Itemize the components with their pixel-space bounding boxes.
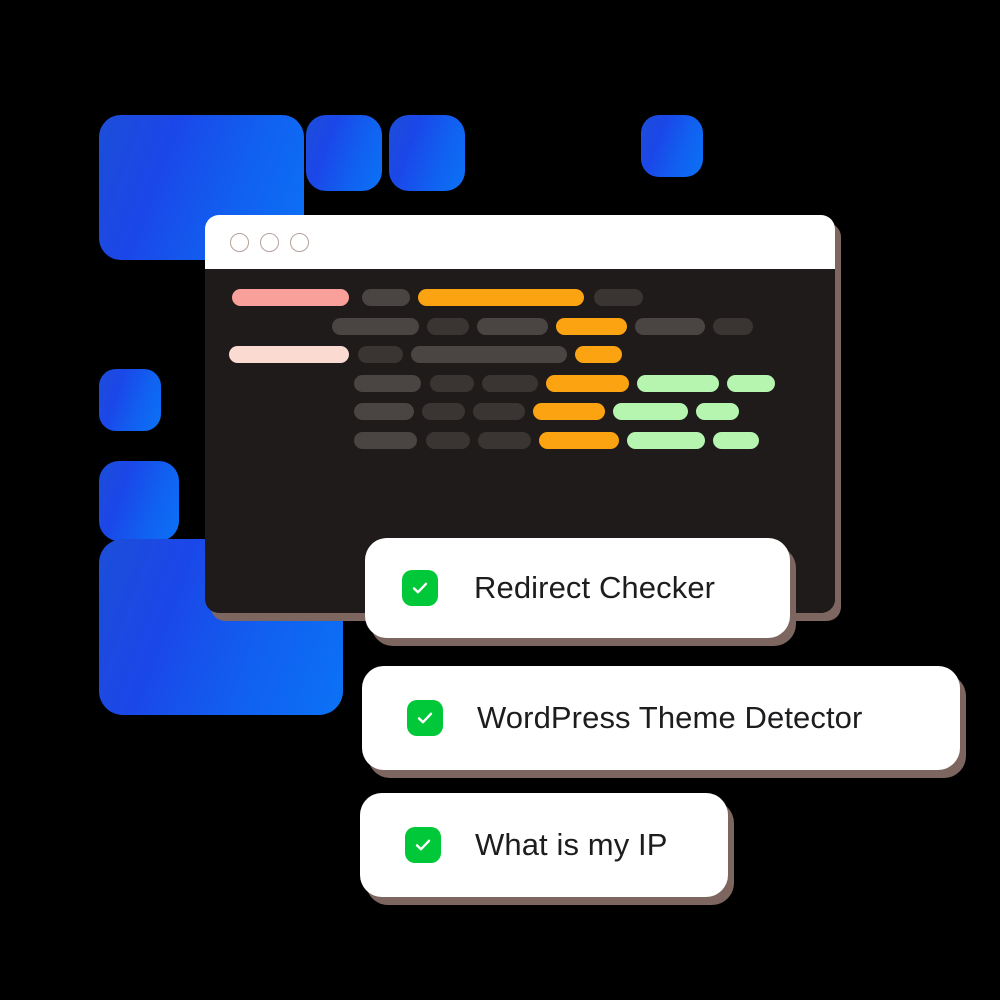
- code-token: [594, 289, 643, 306]
- checklist-card[interactable]: Redirect Checker: [365, 538, 790, 638]
- checkbox-checked-icon[interactable]: [407, 700, 443, 736]
- code-line: [205, 375, 835, 392]
- code-token: [473, 403, 525, 420]
- code-token: [546, 375, 629, 392]
- code-token: [354, 375, 421, 392]
- code-token: [713, 432, 759, 449]
- code-token: [482, 375, 538, 392]
- window-titlebar: [205, 215, 835, 269]
- code-line: [205, 403, 835, 420]
- illustration-canvas: Redirect Checker WordPress Theme Detecto…: [0, 0, 1000, 1000]
- traffic-light-close-icon[interactable]: [230, 232, 249, 252]
- code-token: [354, 432, 417, 449]
- decor-block-mid-left: [99, 461, 179, 541]
- code-token: [332, 318, 419, 335]
- code-token: [533, 403, 605, 420]
- checklist-item-label: What is my IP: [475, 827, 668, 862]
- code-token: [696, 403, 739, 420]
- checklist-item-label: WordPress Theme Detector: [477, 700, 863, 735]
- checkbox-checked-icon[interactable]: [405, 827, 441, 863]
- code-token: [556, 318, 627, 335]
- traffic-light-maximize-icon[interactable]: [290, 232, 309, 252]
- traffic-light-minimize-icon[interactable]: [260, 232, 279, 252]
- checklist-item-label: Redirect Checker: [474, 570, 716, 605]
- code-token: [637, 375, 719, 392]
- code-token: [713, 318, 753, 335]
- decor-block-top-right: [641, 115, 703, 177]
- code-token: [426, 432, 470, 449]
- code-token: [418, 289, 584, 306]
- code-token: [477, 318, 548, 335]
- code-token: [411, 346, 567, 363]
- code-token: [427, 318, 469, 335]
- code-token: [362, 289, 410, 306]
- code-token: [627, 432, 705, 449]
- checklist-card[interactable]: WordPress Theme Detector: [362, 666, 960, 770]
- code-token: [613, 403, 688, 420]
- code-token: [229, 346, 349, 363]
- code-line: [205, 432, 835, 449]
- code-token: [635, 318, 705, 335]
- code-line: [205, 346, 835, 363]
- code-token: [232, 289, 349, 306]
- code-token: [539, 432, 619, 449]
- code-line: [205, 318, 835, 335]
- checklist-card[interactable]: What is my IP: [360, 793, 728, 897]
- code-token: [422, 403, 465, 420]
- decor-block-small-left: [99, 369, 161, 431]
- decor-block-top-mid-1: [306, 115, 382, 191]
- decor-block-top-mid-2: [389, 115, 465, 191]
- code-line: [205, 289, 835, 306]
- code-token: [478, 432, 531, 449]
- code-token: [430, 375, 474, 392]
- code-token: [727, 375, 775, 392]
- code-token: [358, 346, 403, 363]
- code-token: [575, 346, 622, 363]
- code-token: [354, 403, 414, 420]
- checkbox-checked-icon[interactable]: [402, 570, 438, 606]
